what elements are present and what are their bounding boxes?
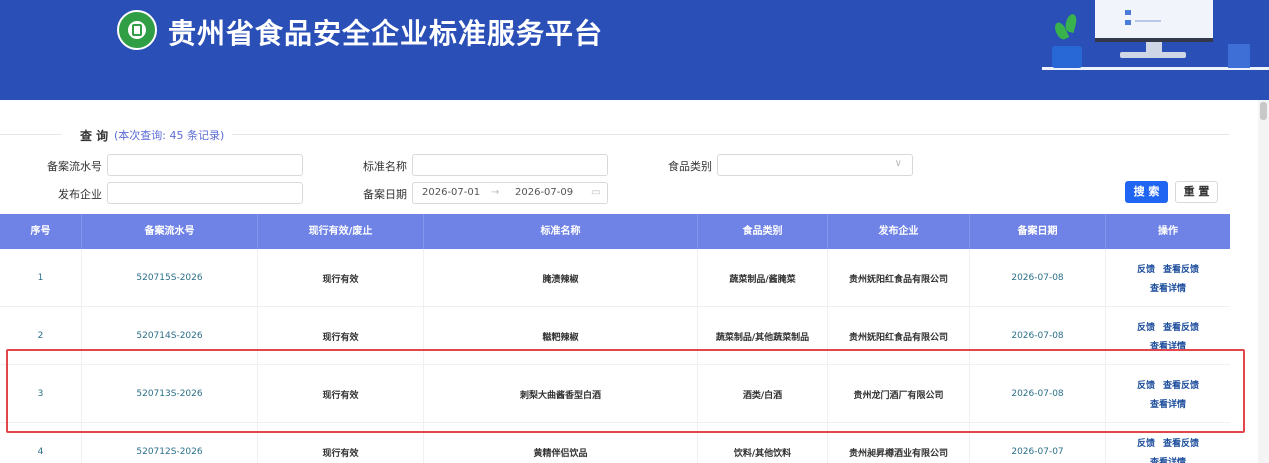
food-category-label: 食品类别: [668, 160, 712, 173]
serial-input[interactable]: [107, 154, 303, 176]
view-details-link[interactable]: 查看详情: [1150, 339, 1186, 352]
cell-date: 2026-07-08: [970, 307, 1106, 365]
cell-status: 现行有效: [258, 365, 424, 423]
cell-standard-name: 腌渍辣椒: [424, 249, 698, 307]
site-header: 贵州省食品安全企业标准服务平台: [0, 0, 1269, 100]
food-category-select[interactable]: ∨: [717, 154, 913, 176]
col-index: 序号: [0, 214, 82, 249]
table-row: 2 520714S-2026 现行有效 糍粑辣椒 蔬菜制品/其他蔬菜制品 贵州妩…: [0, 307, 1230, 365]
feedback-link[interactable]: 反馈: [1137, 378, 1155, 391]
table-row: 1 520715S-2026 现行有效 腌渍辣椒 蔬菜制品/酱腌菜 贵州妩阳红食…: [0, 249, 1230, 307]
view-feedback-link[interactable]: 查看反馈: [1163, 378, 1199, 391]
publisher-input[interactable]: [107, 182, 303, 204]
feedback-link[interactable]: 反馈: [1137, 436, 1155, 449]
cell-food-category: 饮料/其他饮料: [698, 423, 828, 463]
view-details-link[interactable]: 查看详情: [1150, 281, 1186, 294]
feedback-link[interactable]: 反馈: [1137, 320, 1155, 333]
cell-index: 3: [0, 365, 82, 423]
cell-publisher: 贵州妩阳红食品有限公司: [828, 307, 970, 365]
cell-status: 现行有效: [258, 307, 424, 365]
chevron-down-icon: ∨: [894, 158, 902, 169]
cell-food-category: 蔬菜制品/其他蔬菜制品: [698, 307, 828, 365]
cell-actions: 反馈 查看反馈 查看详情: [1106, 307, 1230, 365]
col-date: 备案日期: [970, 214, 1106, 249]
cell-actions: 反馈 查看反馈 查看详情: [1106, 365, 1230, 423]
feedback-link[interactable]: 反馈: [1137, 262, 1155, 275]
col-food-category: 食品类别: [698, 214, 828, 249]
page-scrollbar[interactable]: [1258, 100, 1269, 463]
scrollbar-thumb[interactable]: [1260, 102, 1267, 120]
reset-button[interactable]: 重 置: [1175, 181, 1218, 203]
cell-index: 2: [0, 307, 82, 365]
cell-publisher: 贵州妩阳红食品有限公司: [828, 249, 970, 307]
publisher-label: 发布企业: [58, 188, 102, 201]
cell-date: 2026-07-08: [970, 365, 1106, 423]
cell-actions: 反馈 查看反馈 查看详情: [1106, 249, 1230, 307]
col-publisher: 发布企业: [828, 214, 970, 249]
site-title: 贵州省食品安全企业标准服务平台: [168, 17, 604, 50]
date-separator: →: [491, 187, 500, 198]
standard-name-label: 标准名称: [363, 160, 407, 173]
table-row: 3 520713S-2026 现行有效 刺梨大曲酱香型白酒 酒类/白酒 贵州龙门…: [0, 365, 1230, 423]
calendar-icon: ▭: [591, 187, 601, 198]
cell-serial: 520712S-2026: [82, 423, 258, 463]
cell-index: 4: [0, 423, 82, 463]
search-button[interactable]: 搜 索: [1125, 181, 1168, 203]
cell-date: 2026-07-08: [970, 249, 1106, 307]
table-row: 4 520712S-2026 现行有效 黄精伴侣饮品 饮料/其他饮料 贵州昶昇樽…: [0, 423, 1230, 463]
cell-date: 2026-07-07: [970, 423, 1106, 463]
date-start[interactable]: 2026-07-01: [422, 187, 480, 198]
table-header: 序号 备案流水号 现行有效/废止 标准名称 食品类别 发布企业 备案日期 操作: [0, 214, 1230, 249]
date-range-picker[interactable]: 2026-07-01 → 2026-07-09 ▭: [412, 182, 608, 204]
query-result-count: (本次查询: 45 条记录): [114, 129, 225, 142]
cell-standard-name: 糍粑辣椒: [424, 307, 698, 365]
cell-publisher: 贵州昶昇樽酒业有限公司: [828, 423, 970, 463]
col-standard-name: 标准名称: [424, 214, 698, 249]
cell-standard-name: 刺梨大曲酱香型白酒: [424, 365, 698, 423]
date-end[interactable]: 2026-07-09: [515, 187, 573, 198]
cell-food-category: 蔬菜制品/酱腌菜: [698, 249, 828, 307]
cell-standard-name: 黄精伴侣饮品: [424, 423, 698, 463]
cell-serial: 520714S-2026: [82, 307, 258, 365]
book-icon: [1228, 44, 1250, 68]
platform-logo-icon: [117, 10, 157, 50]
cell-status: 现行有效: [258, 423, 424, 463]
standard-name-input[interactable]: [412, 154, 608, 176]
view-feedback-link[interactable]: 查看反馈: [1163, 262, 1199, 275]
cell-food-category: 酒类/白酒: [698, 365, 828, 423]
cell-publisher: 贵州龙门酒厂有限公司: [828, 365, 970, 423]
view-feedback-link[interactable]: 查看反馈: [1163, 436, 1199, 449]
view-feedback-link[interactable]: 查看反馈: [1163, 320, 1199, 333]
cell-serial: 520715S-2026: [82, 249, 258, 307]
monitor-icon: [1095, 0, 1213, 42]
col-serial: 备案流水号: [82, 214, 258, 249]
cell-status: 现行有效: [258, 249, 424, 307]
col-status: 现行有效/废止: [258, 214, 424, 249]
col-actions: 操作: [1158, 226, 1178, 237]
cell-index: 1: [0, 249, 82, 307]
view-details-link[interactable]: 查看详情: [1150, 455, 1186, 463]
view-details-link[interactable]: 查看详情: [1150, 397, 1186, 410]
query-title: 查 询: [80, 129, 109, 143]
cell-actions: 反馈 查看反馈 查看详情: [1106, 423, 1230, 463]
plant-icon: [1052, 46, 1082, 68]
serial-label: 备案流水号: [47, 160, 102, 173]
date-label: 备案日期: [363, 188, 407, 201]
cell-serial: 520713S-2026: [82, 365, 258, 423]
